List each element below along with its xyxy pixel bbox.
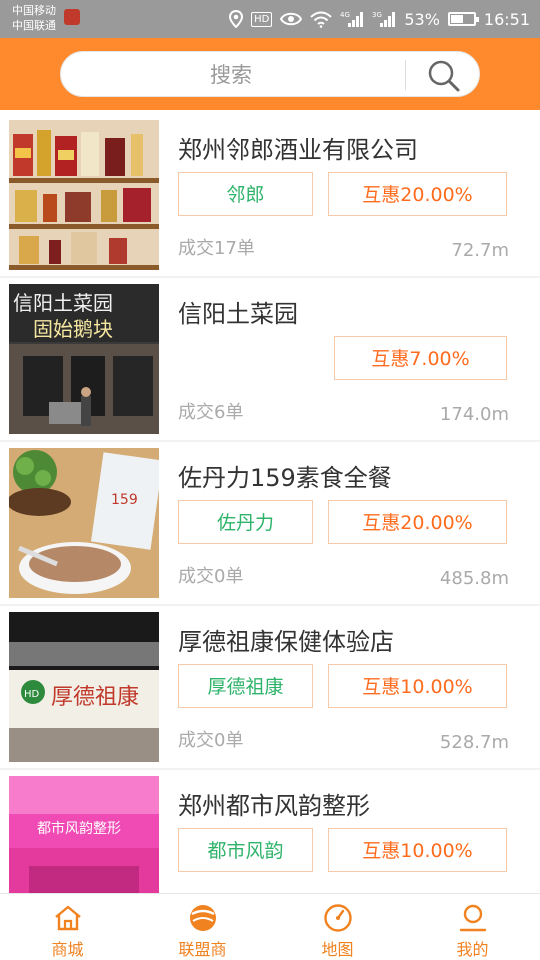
status-bar: 中国移动 中国联通 HD 4G 3G 53% 16:51 [0,0,540,38]
photo-sign-top: 信阳土菜园 [13,291,113,315]
nav-label: 联盟商 [178,940,227,959]
rate-tag[interactable]: 互惠7.00% [334,336,507,380]
wifi-icon [310,11,333,28]
store-photo: 都市风韵整形 [9,776,159,893]
deal-count: 成交17单 [178,238,255,259]
deal-count: 成交0单 [178,566,244,587]
store-name: 信阳土菜园 [178,300,298,328]
meal-product-image: 159 [9,448,159,598]
store-list[interactable]: 郑州邻郎酒业有限公司 邻郎 互惠20.00% 成交17单 72.7m 信阳土菜园… [0,114,540,893]
bottom-nav: 商城 联盟商 地图 我的 [0,893,540,960]
health-store-image: HD 厚德祖康 [9,612,159,762]
nav-item-map[interactable]: 地图 [270,894,405,960]
list-item[interactable]: 郑州邻郎酒业有限公司 邻郎 互惠20.00% 成交17单 72.7m [0,114,540,276]
photo-logo: HD [24,689,40,700]
net-2-label: 3G [372,11,382,19]
distance: 485.8m [439,568,509,589]
rate-tag[interactable]: 互惠20.00% [328,500,507,544]
distance: 72.7m [451,240,509,261]
hd-voice-icon: HD [251,11,273,27]
deal-count: 成交6单 [178,402,244,423]
clock: 16:51 [483,9,530,29]
nav-label: 我的 [456,940,489,959]
store-name: 厚德祖康保健体验店 [178,628,394,656]
photo-sign: 都市风韵整形 [37,820,121,837]
search-divider [405,60,406,90]
list-item[interactable]: 159 佐丹力159素食全餐 佐丹力 互惠20.00% 成交0单 485.8m [0,442,540,604]
signal-3g-icon: 3G [372,11,396,27]
photo-sign: 厚德祖康 [51,685,139,710]
net-1-label: 4G [340,11,350,19]
profile-icon [459,904,486,932]
list-item[interactable]: 都市风韵整形 郑州都市风韵整形 都市风韵 互惠10.00% [0,770,540,893]
store-photo: HD 厚德祖康 [9,612,159,762]
search-icon[interactable] [421,56,469,94]
alliance-icon [189,905,216,931]
signal-4g-icon: 4G [340,11,364,27]
search-input[interactable]: 搜索 [61,52,401,98]
map-icon [323,904,352,932]
search-bar[interactable]: 搜索 [60,51,480,97]
nav-item-mine[interactable]: 我的 [405,894,540,960]
nav-label: 商城 [51,940,84,959]
rate-tag[interactable]: 互惠10.00% [328,664,507,708]
notification-icon [64,9,80,25]
battery-level [450,15,463,23]
clinic-storefront-image: 都市风韵整形 [9,776,159,893]
status-icons: HD 4G 3G 53% 16:51 [229,0,530,38]
battery-percent: 53% [404,9,440,29]
carrier-1: 中国移动 [12,4,56,17]
store-photo [9,120,159,270]
nav-label: 地图 [321,940,354,959]
list-item[interactable]: 信阳土菜园 固始鹅块 信阳土菜园 互惠7.00% 成交6单 174.0m [0,278,540,440]
deal-count: 成交0单 [178,730,244,751]
battery-icon [447,12,479,26]
location-icon [229,10,244,28]
store-name: 郑州都市风韵整形 [178,792,370,820]
photo-sign-bottom: 固始鹅块 [33,317,113,341]
carrier-2: 中国联通 [12,19,56,32]
nav-item-mall[interactable]: 商城 [0,894,135,960]
brand-tag[interactable]: 佐丹力 [178,500,313,544]
store-photo: 信阳土菜园 固始鹅块 [9,284,159,434]
photo-product-label: 159 [111,492,138,508]
eye-icon [280,12,303,26]
brand-tag[interactable]: 都市风韵 [178,828,313,872]
store-name: 郑州邻郎酒业有限公司 [178,136,418,164]
brand-tag[interactable]: 邻郎 [178,172,313,216]
brand-tag[interactable]: 厚德祖康 [178,664,313,708]
distance: 174.0m [439,404,509,425]
store-photo: 159 [9,448,159,598]
rate-tag[interactable]: 互惠20.00% [328,172,507,216]
rate-tag[interactable]: 互惠10.00% [328,828,507,872]
list-item[interactable]: HD 厚德祖康 厚德祖康保健体验店 厚德祖康 互惠10.00% 成交0单 528… [0,606,540,768]
nav-item-alliance[interactable]: 联盟商 [135,894,270,960]
distance: 528.7m [439,732,509,753]
header-bar: 搜索 [0,38,540,110]
liquor-shelf-image [9,120,159,270]
carrier-labels: 中国移动 中国联通 [12,3,56,33]
restaurant-storefront-image: 信阳土菜园 固始鹅块 [9,284,159,434]
home-icon [54,905,81,931]
store-name: 佐丹力159素食全餐 [178,464,392,492]
